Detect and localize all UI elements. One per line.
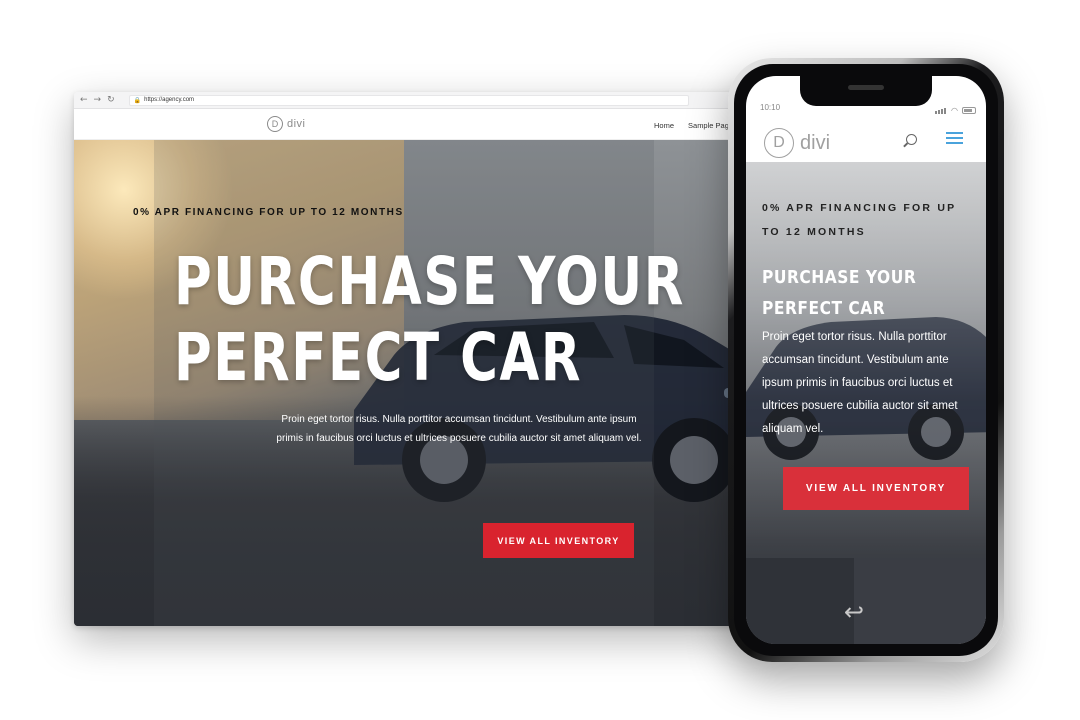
site-logo[interactable]: D divi	[267, 116, 306, 132]
mobile-site-logo[interactable]: D divi	[764, 128, 830, 158]
mobile-hero-description: Proin eget tortor risus. Nulla porttitor…	[762, 331, 958, 435]
logo-text: divi	[287, 118, 306, 130]
hamburger-menu-icon[interactable]	[946, 132, 963, 144]
mobile-logo-mark: D	[764, 128, 794, 158]
mobile-hero-title: PURCHASE YOUR PERFECT CAR	[762, 267, 917, 319]
back-icon[interactable]: ↩	[844, 598, 864, 626]
phone-screen: 10:10 ◠ D divi 0% APR FINANCING FOR UP T…	[746, 76, 986, 644]
logo-mark: D	[267, 116, 283, 132]
wifi-icon: ◠	[951, 105, 958, 115]
mobile-bottom-bar: ↩	[746, 558, 986, 644]
hero-description: Proin eget tortor risus. Nulla porttitor…	[269, 410, 649, 448]
hero-title-line-1: PURCHASE YOUR	[174, 243, 685, 320]
address-bar[interactable]: 🔒 https://agency.com	[128, 94, 689, 106]
hero-title: PURCHASE YOUR PERFECT CAR	[174, 244, 683, 396]
hero-tagline: 0% APR FINANCING FOR UP TO 12 MONTHS	[133, 207, 404, 218]
mobile-site-header: D divi	[746, 116, 986, 162]
search-icon[interactable]	[906, 134, 917, 145]
reload-icon[interactable]: ↻	[107, 95, 115, 105]
phone-speaker	[848, 85, 884, 90]
desktop-browser-mockup: ← → ↻ 🔒 https://agency.com D divi Home S…	[74, 92, 774, 626]
hero-section: 0% APR FINANCING FOR UP TO 12 MONTHS PUR…	[74, 140, 774, 626]
phone-mockup: 10:10 ◠ D divi 0% APR FINANCING FOR UP T…	[728, 58, 1004, 662]
phone-notch	[800, 76, 932, 106]
view-all-inventory-button[interactable]: VIEW ALL INVENTORY	[483, 523, 634, 558]
url-text[interactable]: https://agency.com	[144, 97, 194, 103]
menu-item-home[interactable]: Home	[654, 121, 674, 130]
mobile-bottom-panel	[746, 558, 854, 644]
lock-icon: 🔒	[133, 96, 142, 104]
hero-description-line-2: primis in faucibus orci luctus et ultric…	[276, 433, 642, 444]
site-header: D divi Home Sample Page	[74, 109, 774, 140]
mobile-hero-section: 0% APR FINANCING FOR UP TO 12 MONTHS PUR…	[746, 162, 986, 644]
hero-description-line-1: Proin eget tortor risus. Nulla porttitor…	[281, 414, 637, 425]
hero-title-line-2: PERFECT CAR	[174, 319, 583, 396]
browser-toolbar: ← → ↻ 🔒 https://agency.com	[74, 92, 774, 109]
mobile-hero-tagline: 0% APR FINANCING FOR UP TO 12 MONTHS	[762, 202, 957, 238]
phone-bezel: 10:10 ◠ D divi 0% APR FINANCING FOR UP T…	[734, 64, 998, 656]
battery-icon	[962, 106, 976, 114]
forward-arrow-icon[interactable]: →	[94, 95, 102, 105]
main-menu: Home Sample Page	[654, 121, 733, 130]
status-time: 10:10	[760, 103, 781, 112]
menu-item-sample-page[interactable]: Sample Page	[688, 121, 733, 130]
mobile-view-all-inventory-button[interactable]: VIEW ALL INVENTORY	[783, 467, 969, 510]
mobile-logo-text: divi	[800, 131, 831, 154]
back-arrow-icon[interactable]: ←	[80, 95, 88, 105]
